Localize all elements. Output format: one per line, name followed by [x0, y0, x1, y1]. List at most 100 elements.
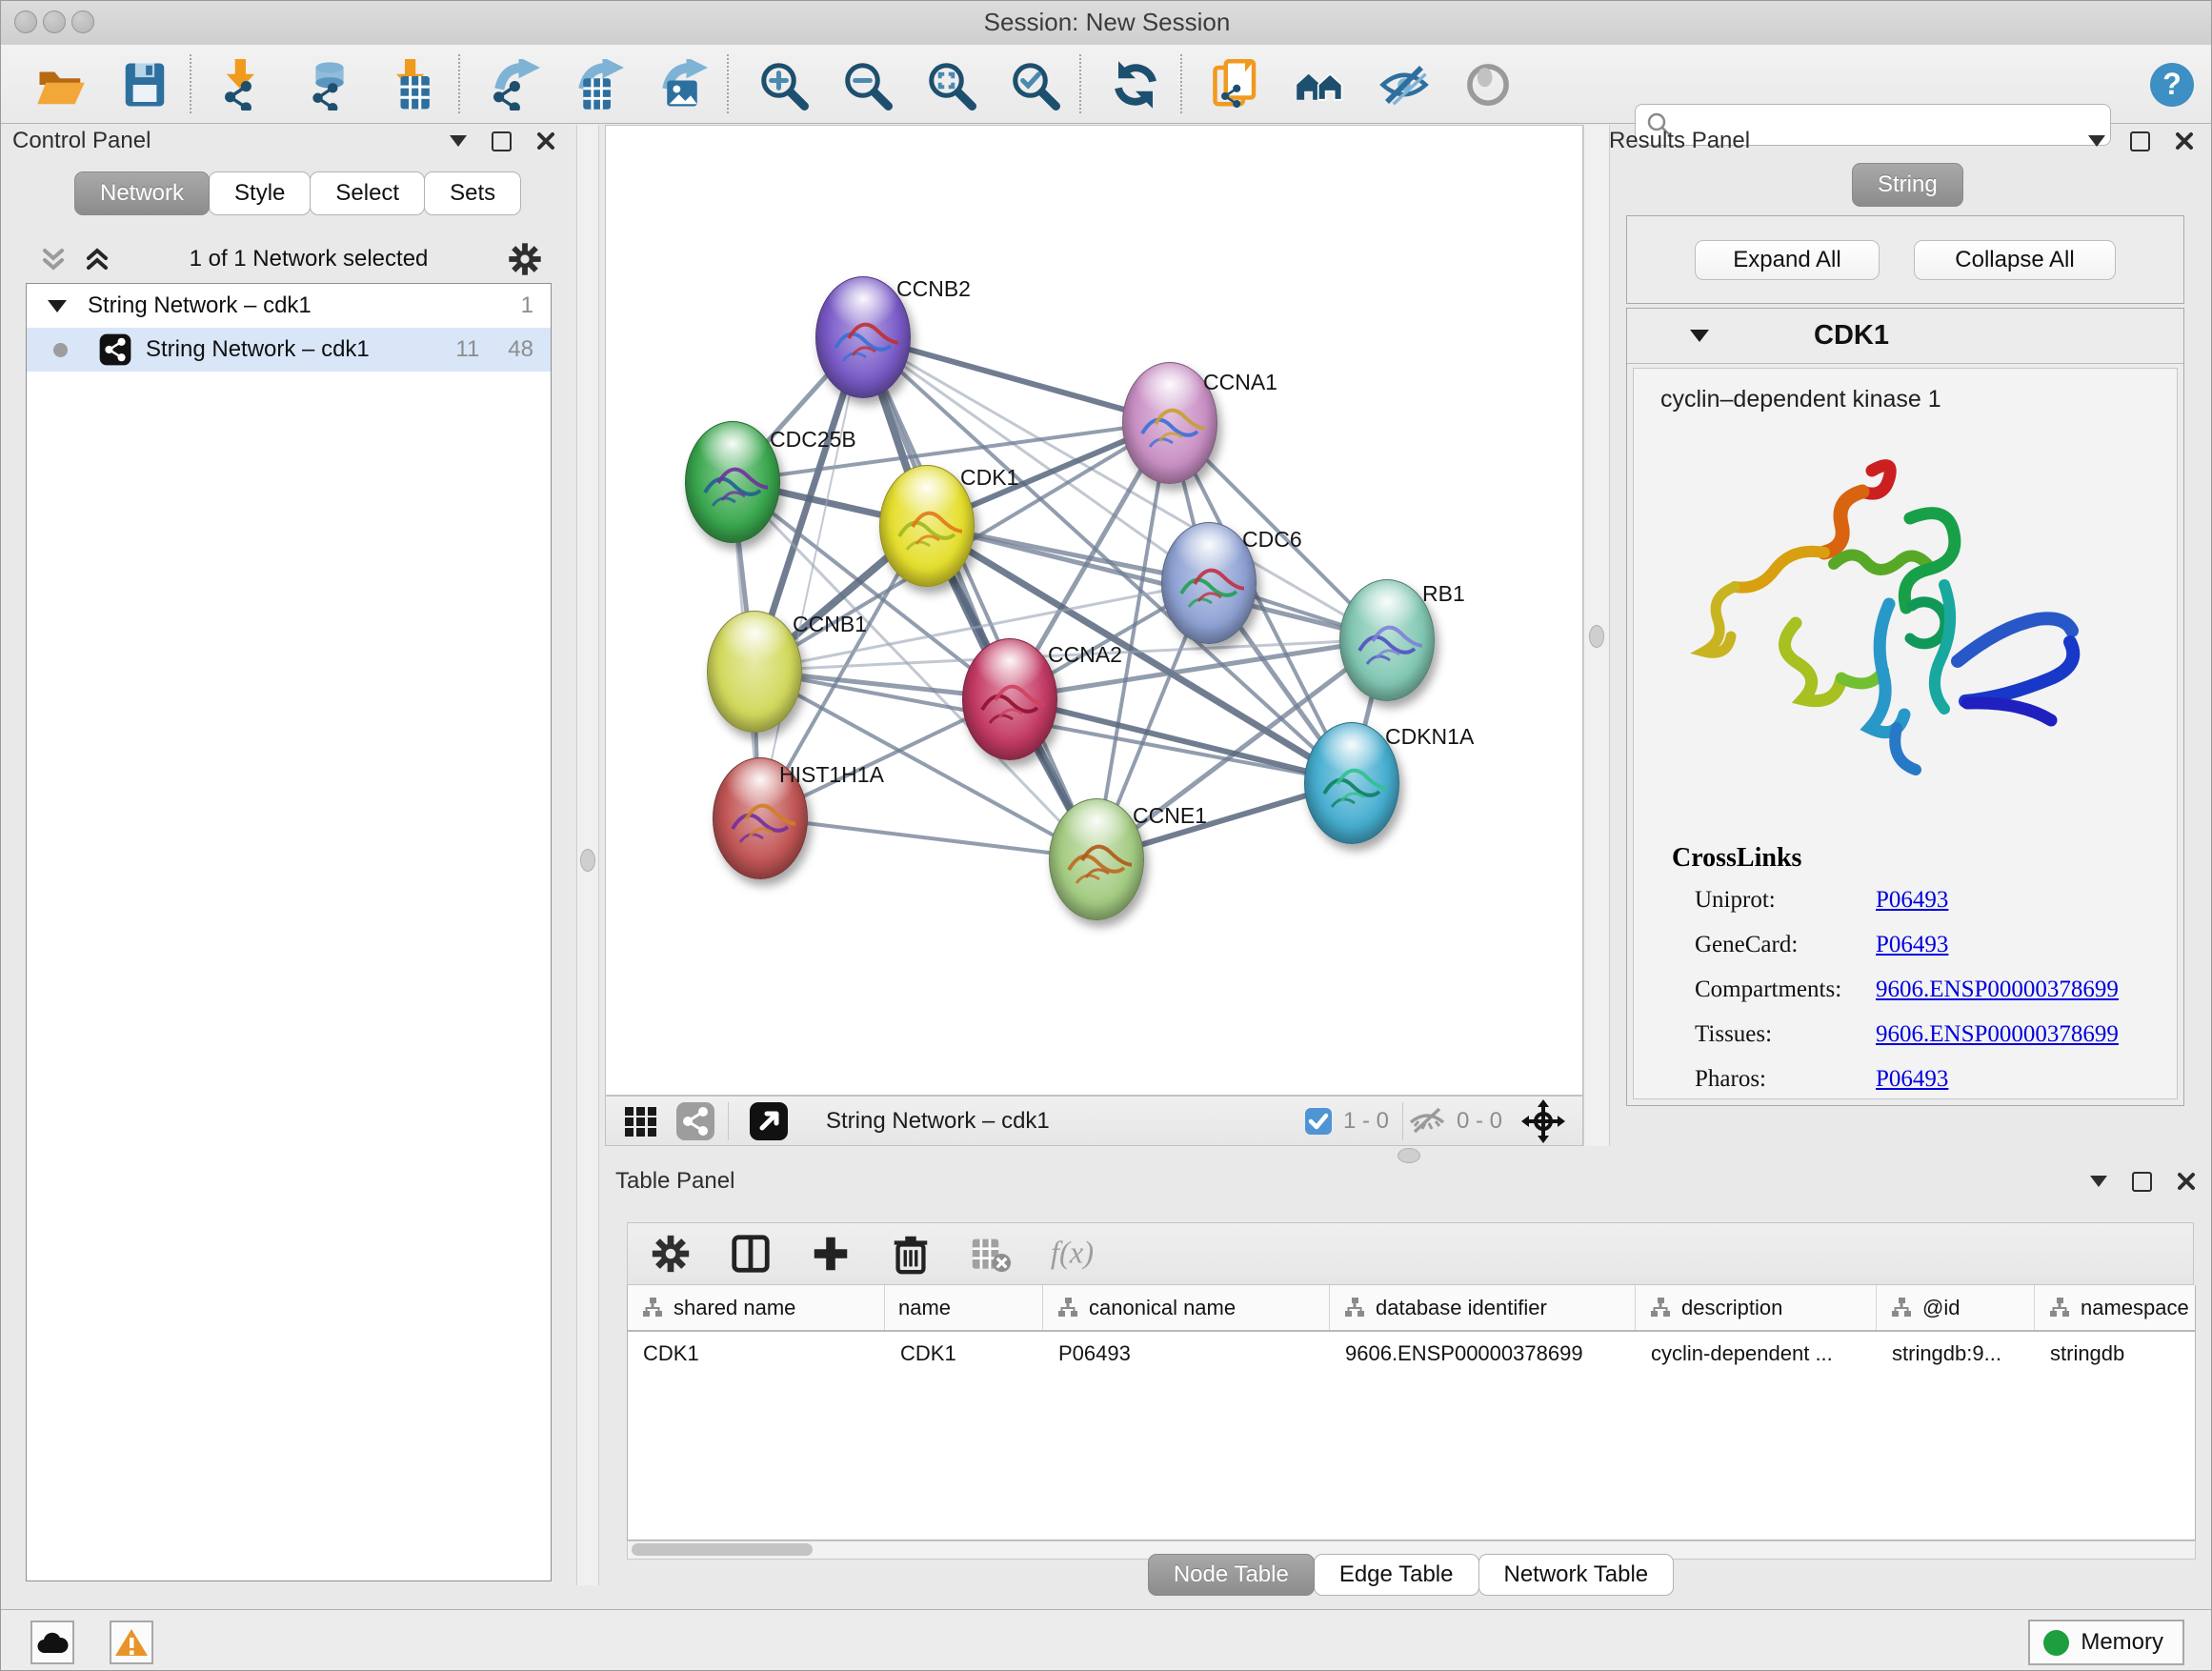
expand-all-button[interactable]: Expand All [1695, 240, 1880, 280]
tab-network-table[interactable]: Network Table [1478, 1554, 1675, 1596]
tab-sets[interactable]: Sets [424, 171, 521, 215]
node-table[interactable]: shared name name canonical name database… [627, 1285, 2196, 1540]
network-canvas[interactable]: CCNB2 CCNA1 CDC25B CDK1 CDC6 RB1 CCNB1 [605, 125, 1583, 1096]
import-database-icon[interactable] [302, 57, 357, 112]
panel-float-icon[interactable] [2130, 131, 2150, 151]
shared-column-icon [2048, 1297, 2071, 1319]
node-CCNB1[interactable] [707, 611, 802, 733]
collapse-all-networks-icon[interactable] [39, 243, 68, 275]
left-splitter[interactable] [576, 125, 599, 1585]
panel-menu-icon[interactable] [2090, 1176, 2107, 1187]
edge-HIST1H1A-CCNE1[interactable] [759, 817, 1096, 858]
table-row[interactable]: CDK1CDK1P064939606.ENSP00000378699cyclin… [628, 1332, 2195, 1375]
crosslink-link[interactable]: 9606.ENSP00000378699 [1876, 1021, 2119, 1048]
panel-close-icon[interactable] [536, 131, 555, 151]
tab-select[interactable]: Select [310, 171, 425, 215]
cell-canonical-name[interactable]: P06493 [1043, 1341, 1330, 1366]
collapse-collection-icon[interactable] [48, 300, 67, 312]
panel-close-icon[interactable] [2175, 131, 2194, 151]
selected-checkbox-icon[interactable] [1303, 1106, 1334, 1137]
export-image-icon[interactable] [654, 57, 710, 112]
crosslink-link[interactable]: P06493 [1876, 887, 1948, 914]
bottom-splitter-handle[interactable] [1398, 1148, 1420, 1163]
crosslink-link[interactable]: 9606.ENSP00000378699 [1876, 976, 2119, 1003]
split-columns-icon[interactable] [729, 1232, 773, 1276]
shared-column-icon [1343, 1297, 1366, 1319]
crosshair-icon[interactable] [1521, 1099, 1565, 1143]
warning-button[interactable] [110, 1621, 153, 1664]
tab-string[interactable]: String [1852, 163, 1963, 207]
import-table-icon[interactable] [386, 57, 441, 112]
column-header-canonical-name[interactable]: canonical name [1043, 1285, 1330, 1330]
tab-node-table[interactable]: Node Table [1148, 1554, 1315, 1596]
panel-menu-icon[interactable] [450, 135, 467, 147]
right-splitter-handle[interactable] [1589, 625, 1604, 648]
edge-CCNB2-CCNE1[interactable] [862, 336, 1096, 858]
cell-namespace[interactable]: stringdb [2035, 1341, 2196, 1366]
results-panel-title: Results Panel [1609, 128, 1750, 154]
cloud-button[interactable] [30, 1621, 74, 1664]
new-network-from-selection-icon[interactable] [1209, 57, 1264, 112]
memory-button[interactable]: Memory [2028, 1620, 2184, 1665]
export-network-icon[interactable] [487, 57, 542, 112]
first-neighbors-icon[interactable] [1293, 57, 1348, 112]
panel-float-icon[interactable] [2132, 1172, 2152, 1192]
refresh-network-icon[interactable] [1108, 57, 1163, 112]
node-RB1[interactable] [1339, 579, 1435, 701]
title-bar: Session: New Session [1, 1, 2212, 46]
column-header-@id[interactable]: @id [1877, 1285, 2035, 1330]
zoom-selected-icon[interactable] [1007, 57, 1062, 112]
cell-@id[interactable]: stringdb:9... [1877, 1341, 2035, 1366]
edge-count: 48 [508, 336, 533, 363]
left-splitter-handle[interactable] [580, 849, 595, 872]
tab-network[interactable]: Network [74, 171, 210, 215]
hide-selected-icon[interactable] [1377, 57, 1432, 112]
tab-edge-table[interactable]: Edge Table [1314, 1554, 1479, 1596]
right-splitter[interactable] [1583, 125, 1610, 1146]
grid-view-icon[interactable] [621, 1101, 661, 1141]
open-session-icon[interactable] [33, 57, 89, 112]
open-view-icon[interactable] [748, 1100, 790, 1142]
cytoscape-window: Session: New Session ? Control Panel Net… [0, 0, 2212, 1671]
save-session-icon[interactable] [117, 57, 172, 112]
import-network-icon[interactable] [218, 57, 273, 112]
cell-database-identifier[interactable]: 9606.ENSP00000378699 [1330, 1341, 1636, 1366]
node-CCNA2[interactable] [962, 638, 1057, 760]
crosslinks-title: CrossLinks [1672, 843, 2177, 874]
network-collection-row[interactable]: String Network – cdk1 1 [27, 284, 551, 328]
panel-float-icon[interactable] [492, 131, 512, 151]
zoom-fit-icon[interactable] [923, 57, 978, 112]
column-header-namespace[interactable]: namespace [2035, 1285, 2196, 1330]
node-CCNE1[interactable] [1049, 798, 1144, 920]
tab-style[interactable]: Style [209, 171, 311, 215]
panel-menu-icon[interactable] [2088, 135, 2105, 147]
column-header-shared-name[interactable]: shared name [628, 1285, 885, 1330]
column-header-name[interactable]: name [885, 1285, 1043, 1330]
expand-all-networks-icon[interactable] [83, 243, 111, 275]
cell-name[interactable]: CDK1 [885, 1341, 1043, 1366]
zoom-in-icon[interactable] [755, 57, 811, 112]
collapse-all-button[interactable]: Collapse All [1914, 240, 2116, 280]
crosslink-link[interactable]: P06493 [1876, 932, 1948, 958]
edge-CDK1-RB1[interactable] [926, 525, 1386, 639]
zoom-out-icon[interactable] [839, 57, 895, 112]
gear-icon[interactable] [506, 240, 544, 278]
column-header-description[interactable]: description [1636, 1285, 1877, 1330]
add-icon[interactable] [809, 1232, 853, 1276]
gene-section-header[interactable]: CDK1 [1627, 309, 2183, 364]
graphics-details-icon[interactable] [1460, 57, 1516, 112]
cell-description[interactable]: cyclin-dependent ... [1636, 1341, 1877, 1366]
gear-icon[interactable] [649, 1232, 693, 1276]
edge-HIST1H1A-CCNB2[interactable] [759, 336, 862, 817]
panel-close-icon[interactable] [2177, 1172, 2196, 1191]
node-CDC25B[interactable] [685, 421, 780, 543]
cell-shared-name[interactable]: CDK1 [628, 1341, 885, 1366]
crosslink-link[interactable]: P06493 [1876, 1066, 1948, 1093]
network-row[interactable]: String Network – cdk1 11 48 [27, 328, 551, 372]
share-network-icon[interactable] [674, 1100, 716, 1142]
trash-icon[interactable] [889, 1232, 933, 1276]
export-table-icon[interactable] [571, 57, 626, 112]
column-header-database-identifier[interactable]: database identifier [1330, 1285, 1636, 1330]
help-button[interactable]: ? [2144, 57, 2200, 112]
collapse-section-icon[interactable] [1690, 330, 1709, 342]
